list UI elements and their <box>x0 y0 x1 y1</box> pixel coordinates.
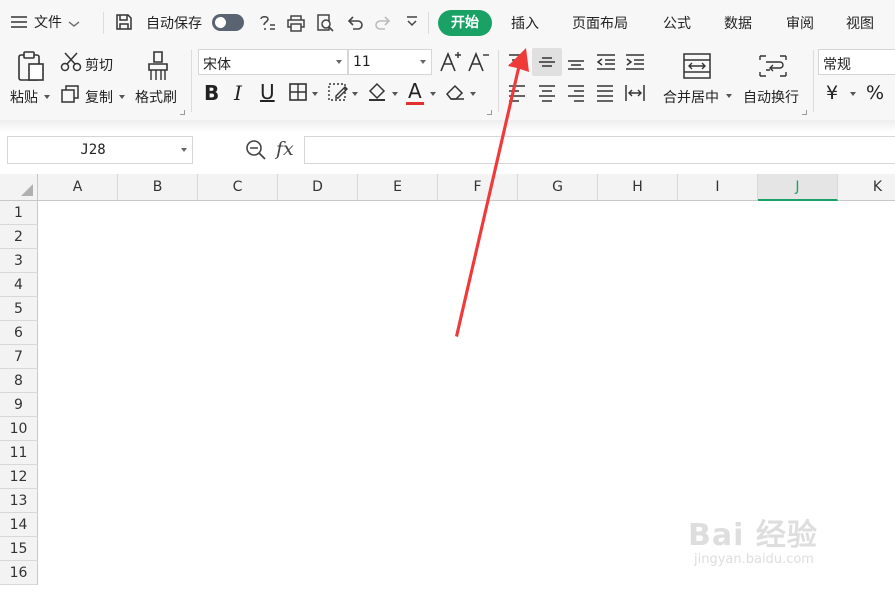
watermark-main: Bai 经验 <box>688 518 818 553</box>
arrow-shape <box>455 48 529 337</box>
annotation-arrow <box>455 48 529 337</box>
watermark-url: jingyan.baidu.com <box>694 552 814 567</box>
baidu-watermark: Bai 经验 jingyan.baidu.com <box>688 510 818 567</box>
